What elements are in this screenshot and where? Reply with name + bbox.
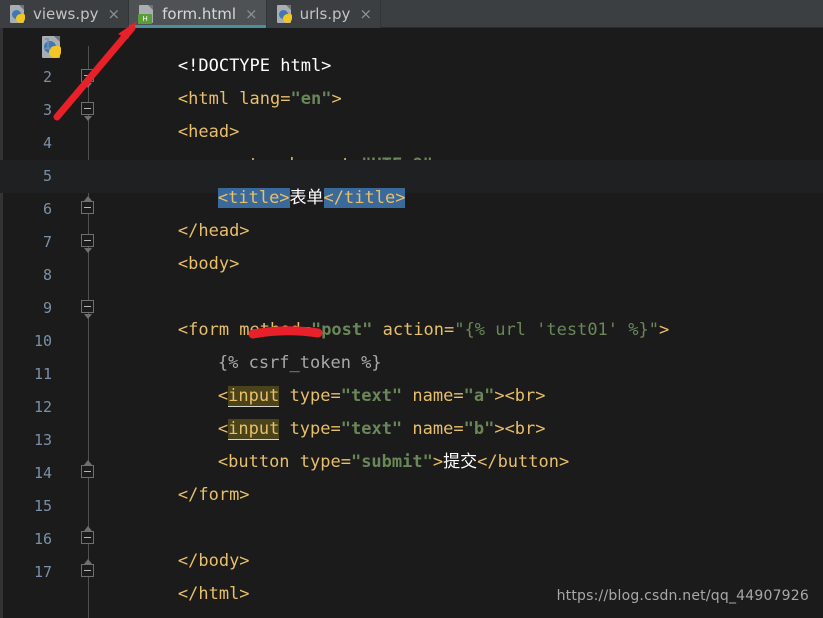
code-row[interactable]: 2 <html lang="en"> <box>0 61 823 109</box>
html-badge-label: H <box>138 13 153 24</box>
code-row-current[interactable]: 5 <title>表单</title> <box>0 160 823 208</box>
tab-views-py[interactable]: views.py × <box>0 0 130 28</box>
code-row[interactable]: 14 </form> <box>0 457 823 505</box>
editor-tab-bar: views.py × H form.html × urls.py × <box>0 0 823 28</box>
line-number: 9 <box>42 299 52 317</box>
close-icon[interactable]: × <box>108 6 121 22</box>
tab-form-html[interactable]: H form.html × <box>129 0 267 28</box>
code-row[interactable]: 3 <head> <box>0 94 823 142</box>
line-number: 3 <box>42 101 52 119</box>
tab-label: views.py <box>33 5 99 23</box>
close-icon[interactable]: × <box>359 6 372 22</box>
line-number: 12 <box>33 398 52 416</box>
line-number: 13 <box>33 431 52 449</box>
code-row[interactable]: 9 <form method="post" action="{% url 'te… <box>0 292 823 340</box>
close-icon[interactable]: × <box>245 6 258 22</box>
line-number: 4 <box>42 134 52 152</box>
line-number: 10 <box>33 332 52 350</box>
code-row[interactable]: 10 {% csrf_token %} <box>0 325 823 373</box>
code-row[interactable]: 11 <input type="text" name="a"><br> <box>0 358 823 407</box>
token-tag: </html> <box>177 584 250 604</box>
line-number: 5 <box>42 167 52 185</box>
code-row[interactable]: 13 <button type="submit">提交</button> <box>0 424 823 472</box>
code-row[interactable]: 16 </body> <box>0 523 823 571</box>
line-number: 14 <box>33 464 52 482</box>
html-file-icon: H <box>138 4 155 24</box>
tab-label: urls.py <box>299 5 351 23</box>
line-number: 11 <box>33 365 52 383</box>
python-file-icon <box>276 4 293 24</box>
code-row[interactable]: 12 <input type="text" name="b"><br> <box>0 391 823 440</box>
line-number: 6 <box>42 200 52 218</box>
line-number: 15 <box>33 497 52 515</box>
line-number: 8 <box>42 266 52 284</box>
code-editor[interactable]: 1 <!DOCTYPE html> 2 <html lang="en"> 3 <… <box>0 28 823 618</box>
code-row[interactable]: 6 </head> <box>0 193 823 241</box>
code-row[interactable]: 7 <body> <box>0 226 823 274</box>
python-file-icon <box>9 4 26 24</box>
code-row[interactable]: 15 <box>0 490 823 523</box>
tab-label: form.html <box>162 5 237 23</box>
line-number: 16 <box>33 530 52 548</box>
line-number: 2 <box>42 68 52 86</box>
code-row[interactable]: 4 <meta charset="UTF-8"> <box>0 127 823 175</box>
line-number: 7 <box>42 233 52 251</box>
code-text: </html> <box>96 561 250 618</box>
code-row[interactable]: 8 <box>0 259 823 292</box>
tab-urls-py[interactable]: urls.py × <box>266 0 382 28</box>
line-number: 1 <box>42 35 52 53</box>
line-number: 17 <box>33 563 52 581</box>
code-row[interactable]: 17 </html> <box>0 556 823 604</box>
code-row[interactable]: 1 <!DOCTYPE html> <box>0 28 823 76</box>
watermark-text: https://blog.csdn.net/qq_44907926 <box>556 588 809 604</box>
